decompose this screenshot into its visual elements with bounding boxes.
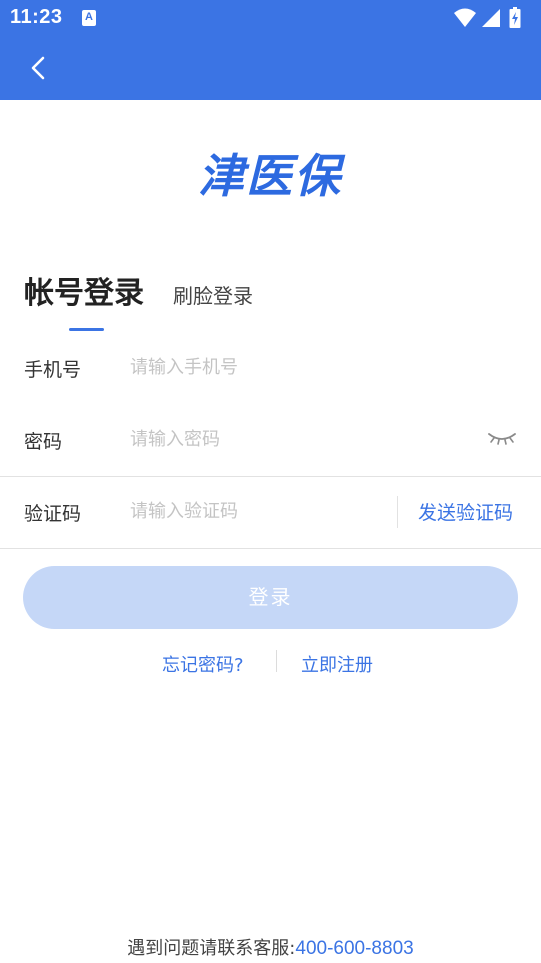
phone-label: 手机号 [24,359,82,381]
links-separator [276,650,277,672]
app-header: 11:23 A [0,0,541,100]
status-bar: 11:23 A [0,0,541,36]
register-link[interactable]: 立即注册 [301,651,373,677]
password-input[interactable] [130,425,380,453]
status-icons [453,7,533,29]
app-notification-icon: A [82,10,96,26]
chevron-left-icon [31,56,45,80]
status-time: 11:23 [10,6,63,28]
support-footer: 遇到问题请联系客服:400-600-8803 [0,934,541,960]
app-logo: 津医保 [198,149,342,203]
support-label: 遇到问题请联系客服: [127,938,296,959]
wifi-icon [454,8,476,27]
password-divider [0,476,541,477]
tab-face-login[interactable]: 刷脸登录 [173,280,253,309]
active-tab-indicator [69,328,104,331]
send-code-button[interactable]: 发送验证码 [418,498,513,525]
support-phone-link[interactable]: 400-600-8803 [295,938,413,959]
app-notification-letter: A [85,11,93,23]
code-bottom-divider [0,548,541,549]
eye-closed-icon [488,433,516,445]
battery-charging-icon [509,7,521,28]
forgot-password-link[interactable]: 忘记密码? [162,651,244,677]
tab-account-login[interactable]: 帐号登录 [24,268,144,312]
password-label: 密码 [24,431,63,453]
login-button[interactable]: 登录 [23,566,518,629]
code-label: 验证码 [24,503,82,525]
password-visibility-toggle[interactable] [486,428,518,448]
code-divider [397,496,398,528]
signal-icon [482,9,500,27]
verification-code-input[interactable] [130,497,380,525]
phone-input[interactable] [130,353,380,381]
back-button[interactable] [22,52,56,86]
